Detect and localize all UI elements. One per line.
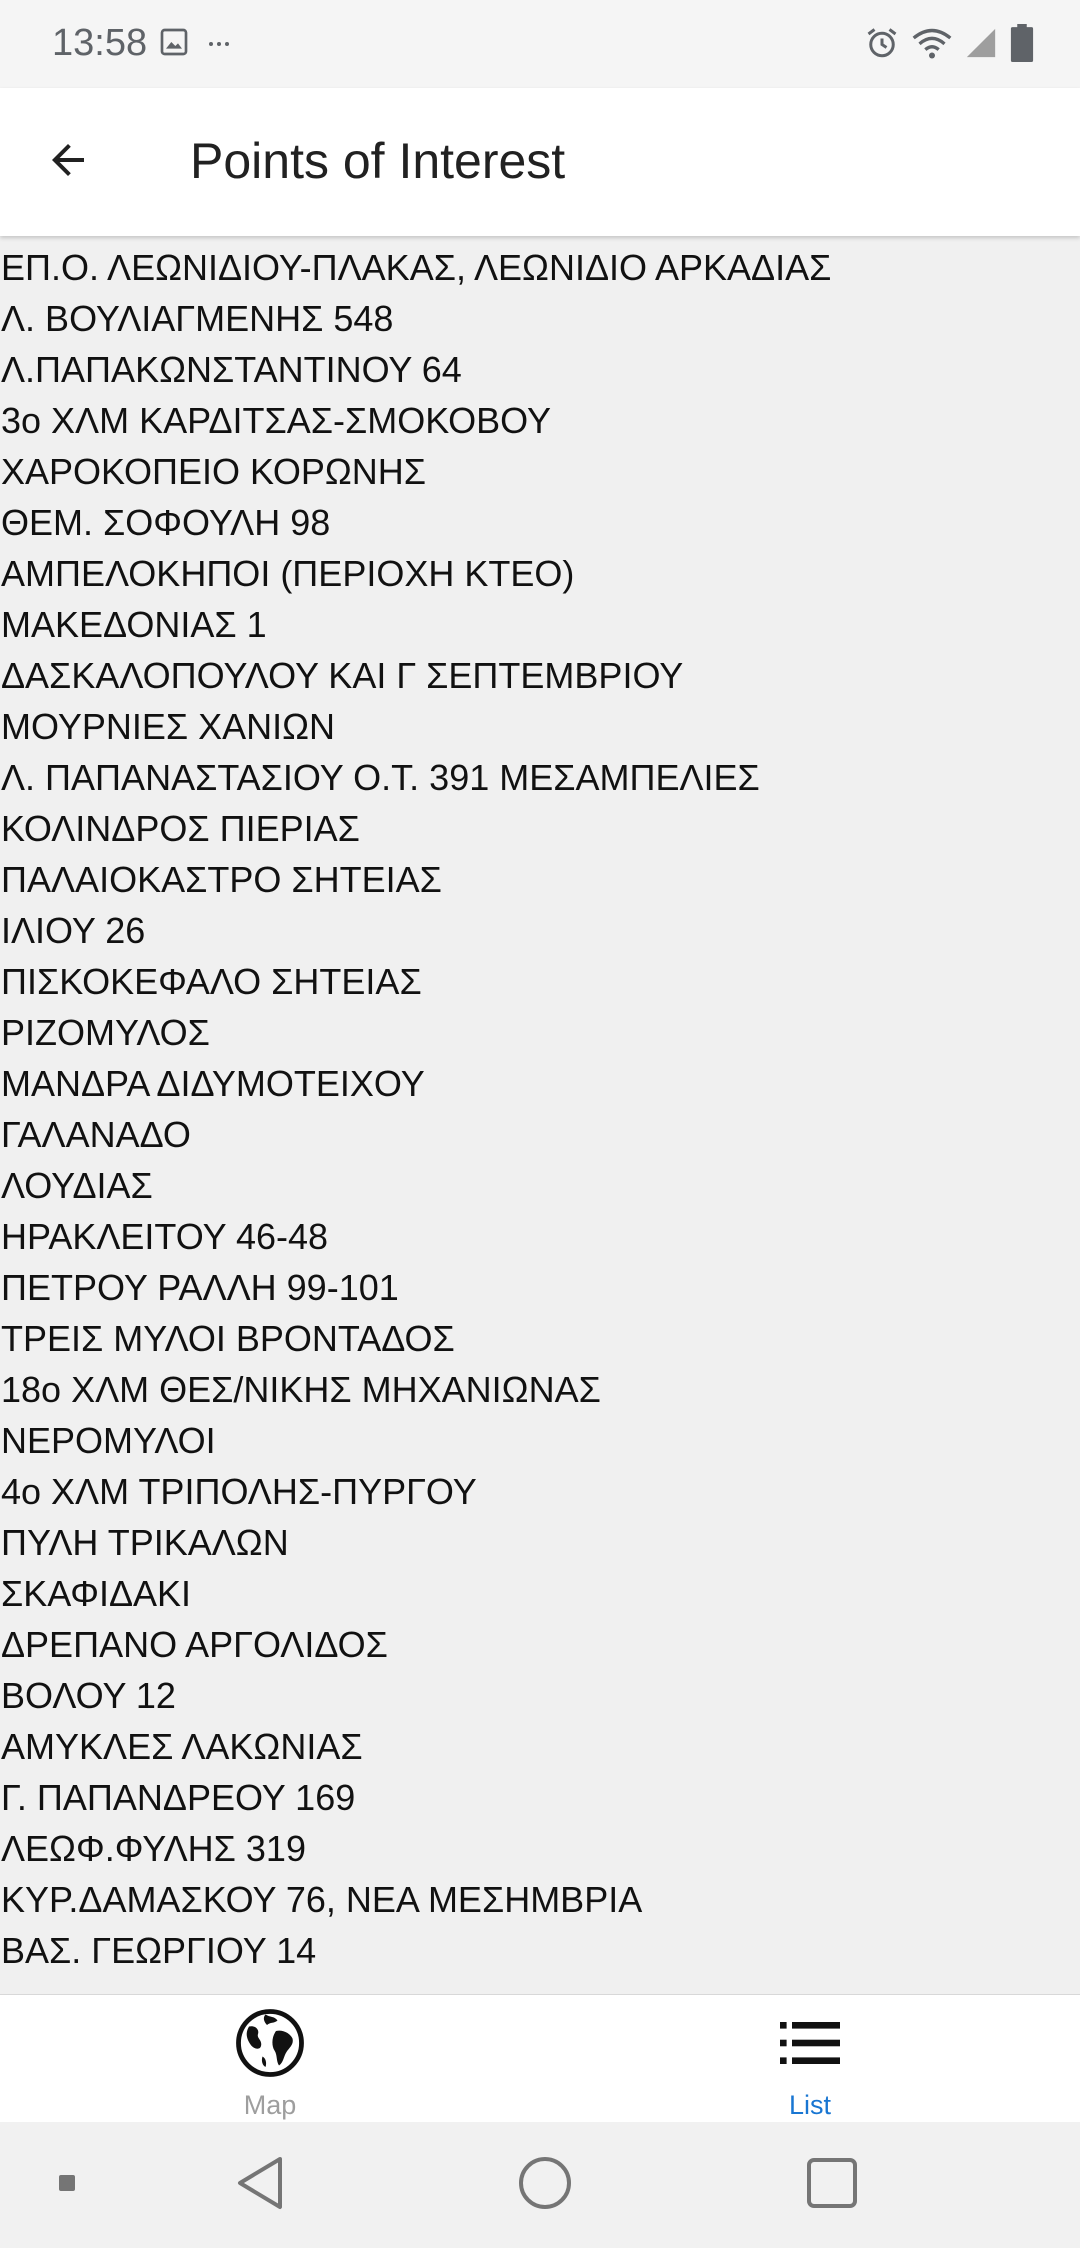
list-icon [774,2007,846,2084]
list-item[interactable]: ΑΜΠΕΛΟΚΗΠΟΙ (ΠΕΡΙΟΧΗ ΚΤΕΟ) [0,548,1080,599]
home-circle-icon [517,2155,573,2216]
bottom-navigation: Map List [0,1994,1080,2123]
system-navigation-bar [0,2122,1080,2248]
more-dots-icon [208,36,230,54]
poi-list-inner: ΕΠ.Ο. ΛΕΩΝΙΔΙΟΥ-ΠΛΑΚΑΣ, ΛΕΩΝΙΔΙΟ ΑΡΚΑΔΙΑ… [0,236,1080,1976]
recents-dot-button[interactable] [40,2122,94,2248]
nav-item-list[interactable]: List [540,1995,1080,2123]
battery-icon [1010,24,1034,67]
list-item[interactable]: 18ο ΧΛΜ ΘΕΣ/ΝΙΚΗΣ ΜΗΧΑΝΙΩΝΑΣ [0,1364,1080,1415]
list-item[interactable]: ΠΑΛΑΙΟΚΑΣΤΡΟ ΣΗΤΕΙΑΣ [0,854,1080,905]
list-item[interactable]: ΡΙΖΟΜΥΛΟΣ [0,1007,1080,1058]
system-overview-button[interactable] [792,2122,872,2248]
wifi-icon [912,25,952,66]
list-item[interactable]: ΓΑΛΑΝΑΔΟ [0,1109,1080,1160]
list-item[interactable]: ΠΥΛΗ ΤΡΙΚΑΛΩΝ [0,1517,1080,1568]
list-item[interactable]: ΠΕΤΡΟΥ ΡΑΛΛΗ 99-101 [0,1262,1080,1313]
list-item[interactable]: Λ. ΒΟΥΛΙΑΓΜΕΝΗΣ 548 [0,293,1080,344]
status-time: 13:58 [52,22,148,64]
overview-square-icon [805,2156,859,2215]
list-item[interactable]: ΤΡΕΙΣ ΜΥΛΟΙ ΒΡΟΝΤΑΔΟΣ [0,1313,1080,1364]
page-title: Points of Interest [190,133,566,189]
signal-icon [964,26,998,65]
nav-label-list: List [788,2090,832,2120]
list-item[interactable]: ΛΟΥΔΙΑΣ [0,1160,1080,1211]
system-home-button[interactable] [505,2122,585,2248]
list-item[interactable]: ΗΡΑΚΛΕΙΤΟΥ 46-48 [0,1211,1080,1262]
list-item[interactable]: ΙΛΙΟΥ 26 [0,905,1080,956]
list-item[interactable]: Λ. ΠΑΠΑΝΑΣΤΑΣΙΟΥ Ο.Τ. 391 ΜΕΣΑΜΠΕΛΙΕΣ [0,752,1080,803]
list-item[interactable]: ΔΑΣΚΑΛΟΠΟΥΛΟΥ ΚΑΙ Γ ΣΕΠΤΕΜΒΡΙΟΥ [0,650,1080,701]
list-item[interactable]: ΒΟΛΟΥ 12 [0,1670,1080,1721]
app-bar: Points of Interest [0,88,1080,236]
list-item[interactable]: ΜΑΝΔΡΑ ΔΙΔΥΜΟΤΕΙΧΟΥ [0,1058,1080,1109]
list-item[interactable]: ΝΕΡΟΜΥΛΟΙ [0,1415,1080,1466]
status-right-icons [864,24,1034,67]
status-bar: 13:58 [0,0,1080,88]
nav-item-map[interactable]: Map [0,1995,540,2123]
recents-dot-icon [58,2174,76,2197]
list-item[interactable]: 4ο ΧΛΜ ΤΡΙΠΟΛΗΣ-ΠΥΡΓΟΥ [0,1466,1080,1517]
list-item[interactable]: ΧΑΡΟΚΟΠΕΙΟ ΚΟΡΩΝΗΣ [0,446,1080,497]
list-item[interactable]: ΘΕΜ. ΣΟΦΟΥΛΗ 98 [0,497,1080,548]
list-item[interactable]: ΕΠ.Ο. ΛΕΩΝΙΔΙΟΥ-ΠΛΑΚΑΣ, ΛΕΩΝΙΔΙΟ ΑΡΚΑΔΙΑ… [0,242,1080,293]
nav-label-map: Map [243,2090,297,2120]
status-left-icons [158,26,230,63]
list-item[interactable]: ΚΟΛΙΝΔΡΟΣ ΠΙΕΡΙΑΣ [0,803,1080,854]
list-item[interactable]: Λ.ΠΑΠΑΚΩΝΣΤΑΝΤΙΝΟΥ 64 [0,344,1080,395]
image-icon [158,26,190,63]
list-item[interactable]: ΚΥΡ.ΔΑΜΑΣΚΟΥ 76, ΝΕΑ ΜΕΣΗΜΒΡΙΑ [0,1874,1080,1925]
list-item[interactable]: ΜΟΥΡΝΙΕΣ ΧΑΝΙΩΝ [0,701,1080,752]
back-button[interactable] [30,124,106,200]
system-back-button[interactable] [220,2122,300,2248]
globe-icon [234,2007,306,2084]
list-item[interactable]: Γ. ΠΑΠΑΝΔΡΕΟΥ 169 [0,1772,1080,1823]
list-item[interactable]: ΛΕΩΦ.ΦΥΛΗΣ 319 [0,1823,1080,1874]
poi-list[interactable]: ΕΠ.Ο. ΛΕΩΝΙΔΙΟΥ-ΠΛΑΚΑΣ, ΛΕΩΝΙΔΙΟ ΑΡΚΑΔΙΑ… [0,236,1080,1994]
arrow-back-icon [44,136,92,189]
list-item[interactable]: ΜΑΚΕΔΟΝΙΑΣ 1 [0,599,1080,650]
back-triangle-icon [234,2155,286,2216]
list-item[interactable]: 3ο ΧΛΜ ΚΑΡΔΙΤΣΑΣ-ΣΜΟΚΟΒΟΥ [0,395,1080,446]
list-item[interactable]: ΑΜΥΚΛΕΣ ΛΑΚΩΝΙΑΣ [0,1721,1080,1772]
list-item[interactable]: ΔΡΕΠΑΝΟ ΑΡΓΟΛΙΔΟΣ [0,1619,1080,1670]
list-item[interactable]: ΠΙΣΚΟΚΕΦΑΛΟ ΣΗΤΕΙΑΣ [0,956,1080,1007]
list-item[interactable]: ΒΑΣ. ΓΕΩΡΓΙΟΥ 14 [0,1925,1080,1976]
list-item[interactable]: ΣΚΑΦΙΔΑΚΙ [0,1568,1080,1619]
alarm-icon [864,25,900,66]
